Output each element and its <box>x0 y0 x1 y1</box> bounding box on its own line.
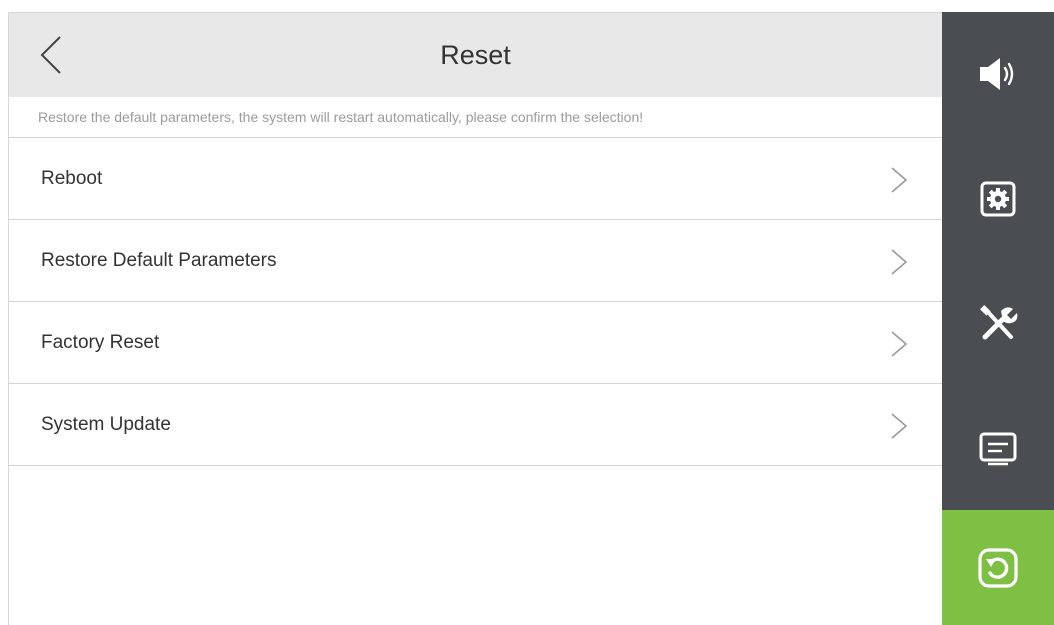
chevron-right-icon <box>891 249 908 275</box>
chevron-right-icon <box>891 331 908 357</box>
menu-item-label: Factory Reset <box>41 332 160 353</box>
chevron-left-icon <box>40 36 61 74</box>
settings-panel: Reset Restore the default parameters, th… <box>8 12 942 625</box>
menu-item-label: Restore Default Parameters <box>41 250 277 271</box>
menu-item-restore-default[interactable]: Restore Default Parameters <box>9 219 942 301</box>
header-bar: Reset <box>9 13 942 97</box>
hint-text: Restore the default parameters, the syst… <box>38 109 644 125</box>
menu-item-system-update[interactable]: System Update <box>9 383 942 466</box>
sidebar-item-settings[interactable] <box>942 149 1054 249</box>
speaker-icon <box>980 58 1014 90</box>
chevron-right-icon <box>891 167 908 193</box>
page-title: Reset <box>440 40 511 70</box>
menu-item-factory-reset[interactable]: Factory Reset <box>9 301 942 383</box>
menu-item-label: Reboot <box>41 168 103 189</box>
menu-item-label: System Update <box>41 414 171 435</box>
back-button[interactable] <box>31 31 71 79</box>
sidebar <box>942 12 1054 625</box>
menu-item-reboot[interactable]: Reboot <box>9 137 942 219</box>
settings-icon <box>980 181 1016 217</box>
sidebar-item-messages[interactable] <box>942 399 1054 499</box>
sidebar-item-sound[interactable] <box>942 24 1054 124</box>
sidebar-item-maintenance[interactable] <box>942 274 1054 374</box>
reset-icon <box>978 547 1018 588</box>
sidebar-item-reset[interactable] <box>942 510 1054 625</box>
chevron-right-icon <box>891 413 908 439</box>
menu-list: Reboot Restore Default Parameters Factor… <box>9 137 942 466</box>
message-icon <box>979 432 1017 466</box>
tools-icon <box>980 305 1018 340</box>
